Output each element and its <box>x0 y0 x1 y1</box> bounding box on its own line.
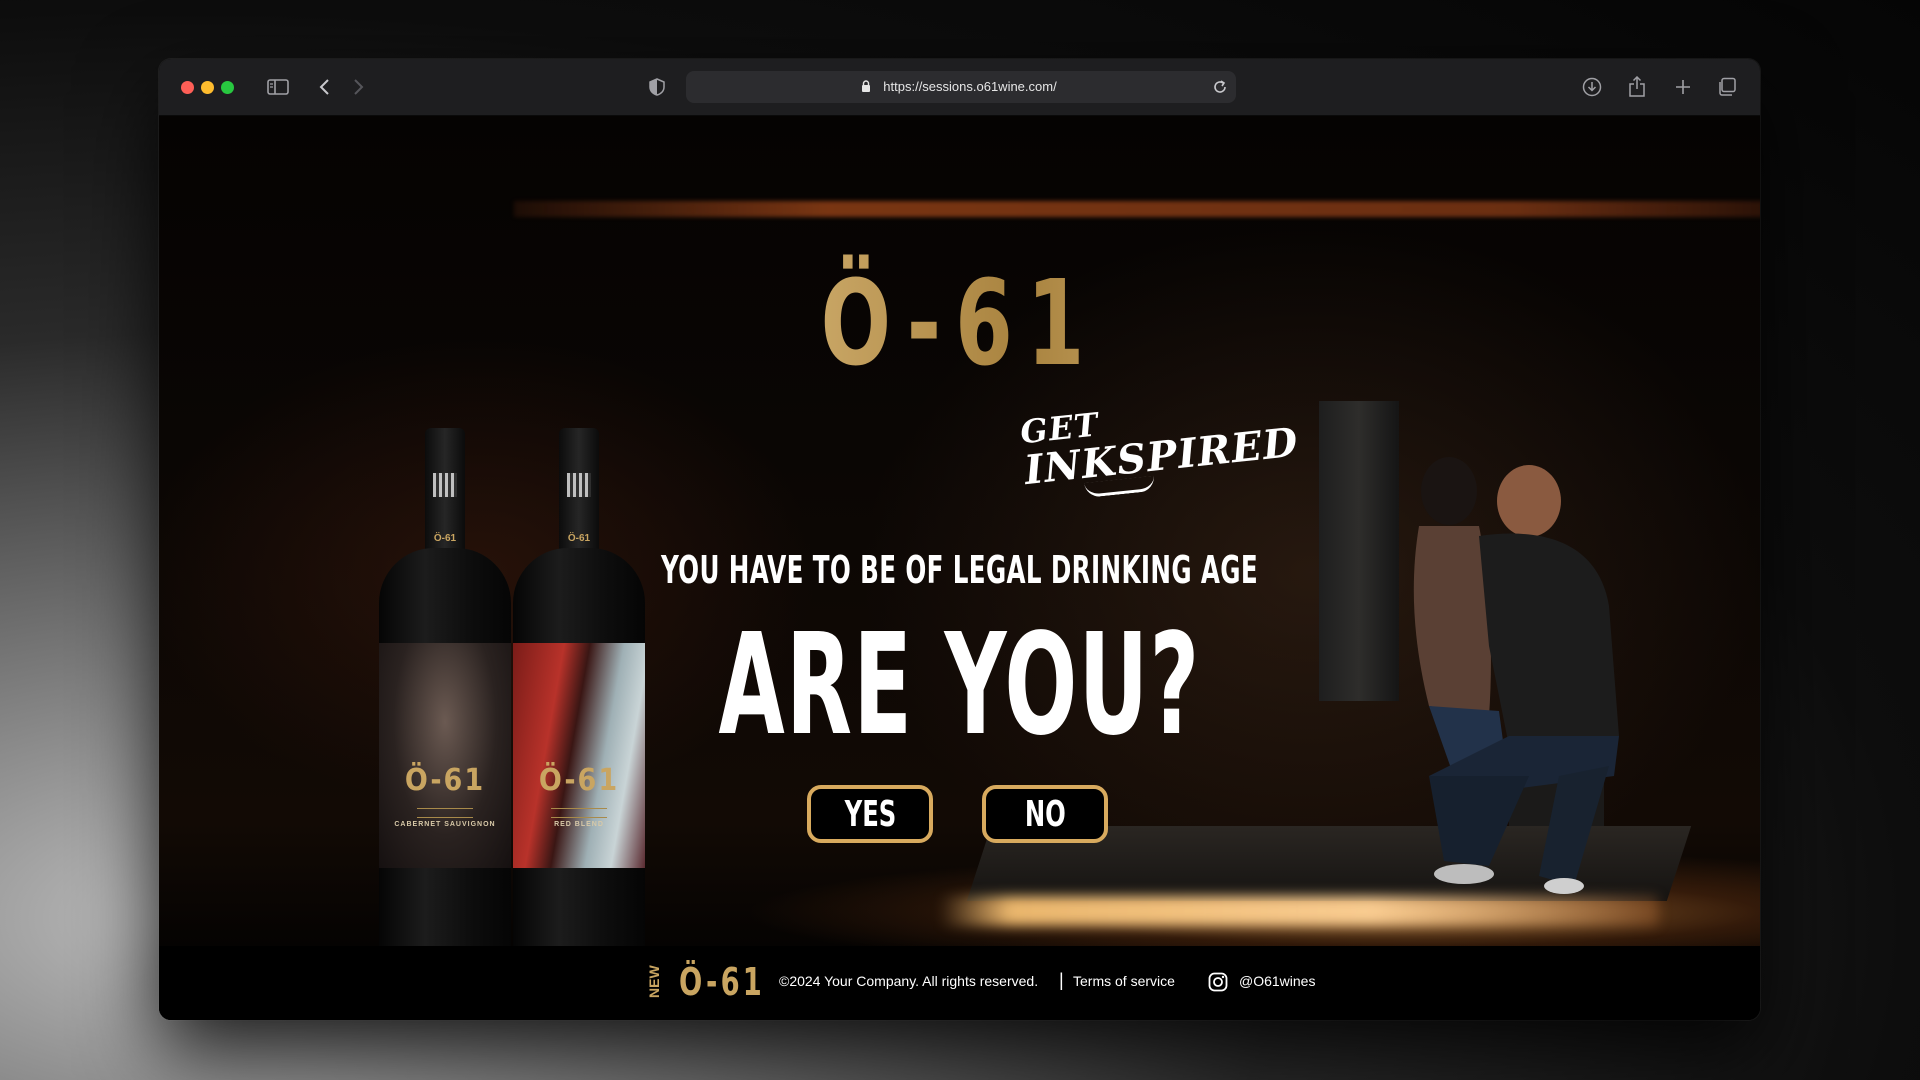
copyright-text: ©2024 Your Company. All rights reserved. <box>779 973 1039 989</box>
terms-of-service-link[interactable]: Terms of service <box>1073 973 1175 989</box>
yes-button[interactable]: YES <box>807 785 933 843</box>
tab-overview-icon[interactable] <box>1713 73 1741 101</box>
new-tab-icon[interactable] <box>1669 73 1697 101</box>
sidebar-icon[interactable] <box>264 73 292 101</box>
minimize-window-button[interactable] <box>201 81 214 94</box>
no-button[interactable]: NO <box>982 785 1108 843</box>
address-bar[interactable]: https://sessions.o61wine.com/ <box>686 71 1236 103</box>
reload-icon[interactable] <box>1212 79 1228 95</box>
zoom-window-button[interactable] <box>221 81 234 94</box>
hero-background-photo: Ö-61 Ö-61 CABERNET SAUVIGNON Ö-61 Ö-61 R… <box>159 116 1760 953</box>
floor-light-glow <box>939 896 1659 926</box>
page-content: Ö-61 Ö-61 CABERNET SAUVIGNON Ö-61 Ö-61 R… <box>159 116 1760 1020</box>
age-notice: YOU HAVE TO BE OF LEGAL DRINKING AGE <box>660 548 1259 592</box>
new-badge: NEW <box>646 965 662 998</box>
forward-icon[interactable] <box>345 73 373 101</box>
age-question: ARE YOU? <box>718 604 1201 767</box>
share-icon[interactable] <box>1623 73 1651 101</box>
back-icon[interactable] <box>310 73 338 101</box>
no-button-label: NO <box>1024 793 1066 835</box>
browser-window: https://sessions.o61wine.com/ Ö-61 Ö-61 … <box>159 59 1760 1020</box>
instagram-icon[interactable] <box>1208 972 1228 992</box>
brand-logo: Ö-61 <box>335 254 1584 392</box>
bottle-varietal: RED BLEND <box>554 821 604 828</box>
footer: NEW Ö-61 ©2024 Your Company. All rights … <box>159 946 1760 1020</box>
browser-toolbar: https://sessions.o61wine.com/ <box>159 59 1760 116</box>
bottle-varietal: CABERNET SAUVIGNON <box>394 821 496 828</box>
bottle-brand: Ö-61 <box>538 763 620 798</box>
footer-separator: | <box>1059 970 1064 990</box>
close-window-button[interactable] <box>181 81 194 94</box>
bottle-brand: Ö-61 <box>404 763 486 798</box>
yes-button-label: YES <box>844 793 896 835</box>
get-inkspired-logo: GET INKSPIRED <box>1016 391 1301 511</box>
shield-icon[interactable] <box>643 73 671 101</box>
download-icon[interactable] <box>1578 73 1606 101</box>
ceiling-light-beam <box>514 201 1760 217</box>
url-text: https://sessions.o61wine.com/ <box>883 79 1057 94</box>
footer-logo: Ö-61 <box>679 960 766 1004</box>
instagram-handle-link[interactable]: @O61wines <box>1239 973 1315 989</box>
